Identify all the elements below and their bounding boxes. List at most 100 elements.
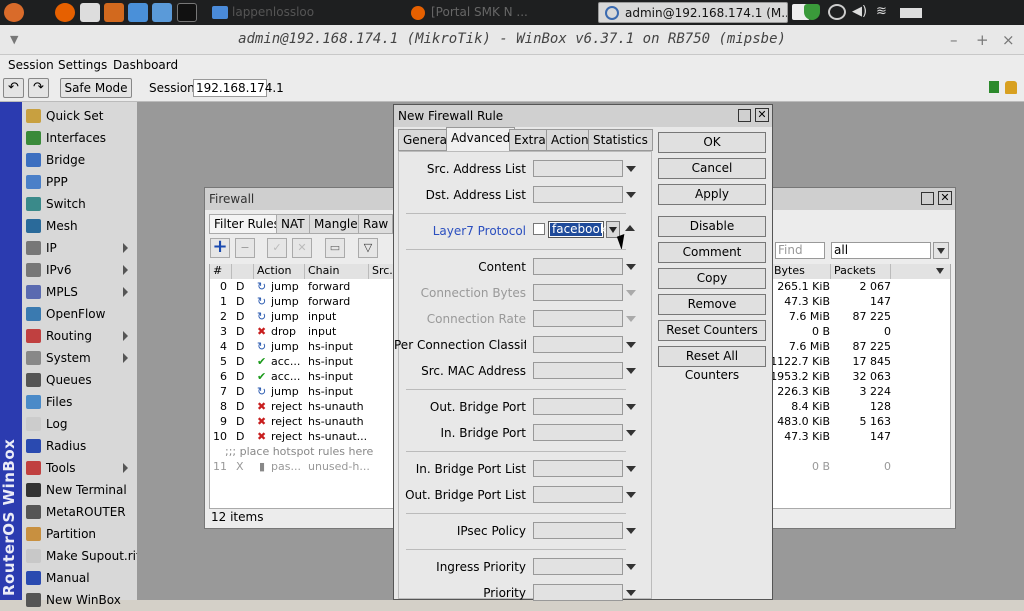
file-manager-icon[interactable] xyxy=(128,3,148,22)
tab-nat[interactable]: NAT xyxy=(276,214,310,234)
minimize-button[interactable]: – xyxy=(950,31,958,49)
firewall-close-button[interactable]: ✕ xyxy=(938,191,952,205)
safe-mode-button[interactable]: Safe Mode xyxy=(60,78,132,98)
layer7-negate-checkbox[interactable] xyxy=(533,223,545,235)
ingress-priority-dropdown-icon[interactable] xyxy=(626,564,636,570)
tab-raw[interactable]: Raw xyxy=(358,214,394,234)
firewall-maximize-button[interactable] xyxy=(921,192,934,205)
filter-icon[interactable]: ▽ xyxy=(358,238,378,258)
disable-button[interactable]: Disable xyxy=(658,216,766,237)
filter-select[interactable]: all xyxy=(831,242,931,259)
tab-mangle[interactable]: Mangle xyxy=(309,214,363,234)
in-bridge-port-dropdown-icon[interactable] xyxy=(626,430,636,436)
layer7-protocol-select[interactable]: facebook xyxy=(548,221,607,238)
src-mac-address-field[interactable] xyxy=(533,362,623,379)
src-address-list-dropdown-icon[interactable] xyxy=(626,166,636,172)
wifi-icon[interactable]: ≋ xyxy=(876,4,894,20)
shield-icon[interactable] xyxy=(804,4,820,20)
per-connection-classifier-field[interactable] xyxy=(533,336,623,353)
dialog-close-button[interactable]: ✕ xyxy=(755,108,769,122)
sidebar-item-radius[interactable]: Radius xyxy=(22,435,136,457)
dst-address-list-field[interactable] xyxy=(533,186,623,203)
col-more[interactable] xyxy=(891,264,950,279)
out-bridge-port-field[interactable] xyxy=(533,398,623,415)
session-field[interactable]: 192.168.174.1 xyxy=(193,79,284,97)
reset-all-counters-button[interactable]: Reset All Counters xyxy=(658,346,766,382)
sidebar-item-bridge[interactable]: Bridge xyxy=(22,149,136,171)
comment-button[interactable]: Comment xyxy=(658,242,766,263)
sidebar-item-manual[interactable]: Manual xyxy=(22,567,136,589)
cancel-button[interactable]: Cancel xyxy=(658,158,766,179)
undo-icon[interactable]: ↶ xyxy=(3,78,24,98)
copy-button[interactable]: Copy xyxy=(658,268,766,289)
pcc-dropdown-icon[interactable] xyxy=(626,342,636,348)
menu-session[interactable]: Session xyxy=(8,58,54,72)
sidebar-item-system[interactable]: System xyxy=(22,347,136,369)
col-flags[interactable] xyxy=(232,264,254,279)
out-bridge-port-dropdown-icon[interactable] xyxy=(626,404,636,410)
col-src[interactable]: Src. xyxy=(369,264,395,279)
priority-dropdown-icon[interactable] xyxy=(626,590,636,596)
col-packets[interactable]: Packets xyxy=(831,264,891,279)
out-bridge-port-list-dropdown-icon[interactable] xyxy=(626,492,636,498)
remove-rule-button[interactable]: − xyxy=(235,238,255,258)
disable-rule-button[interactable]: ✕ xyxy=(292,238,312,258)
sidebar-item-make-supout-rif[interactable]: Make Supout.rif xyxy=(22,545,140,567)
sidebar-item-partition[interactable]: Partition xyxy=(22,523,136,545)
col-bytes[interactable]: Bytes xyxy=(771,264,831,279)
content-dropdown-icon[interactable] xyxy=(626,264,636,270)
apply-button[interactable]: Apply xyxy=(658,184,766,205)
sidebar-item-metarouter[interactable]: MetaROUTER xyxy=(22,501,136,523)
system-monitor-icon[interactable] xyxy=(80,3,100,22)
content-field[interactable] xyxy=(533,258,623,275)
maximize-button[interactable]: + xyxy=(976,31,989,49)
remove-button[interactable]: Remove xyxy=(658,294,766,315)
tab-statistics[interactable]: Statistics xyxy=(588,129,653,151)
tab-filter-rules[interactable]: Filter Rules xyxy=(209,214,285,234)
sidebar-item-mesh[interactable]: Mesh xyxy=(22,215,136,237)
task-winbox[interactable]: admin@192.168.174.1 (M... xyxy=(598,2,788,23)
reset-counters-button[interactable]: Reset Counters xyxy=(658,320,766,341)
firefox-icon[interactable] xyxy=(55,3,75,22)
col-number[interactable]: # xyxy=(210,264,232,279)
sidebar-item-files[interactable]: Files xyxy=(22,391,136,413)
in-bridge-port-field[interactable] xyxy=(533,424,623,441)
volume-icon[interactable]: ◀) xyxy=(852,4,870,20)
sidebar-item-switch[interactable]: Switch xyxy=(22,193,136,215)
in-bridge-port-list-field[interactable] xyxy=(533,460,623,477)
battery-icon[interactable] xyxy=(900,8,922,18)
add-rule-button[interactable]: + xyxy=(210,238,230,258)
sidebar-item-mpls[interactable]: MPLS xyxy=(22,281,136,303)
col-action[interactable]: Action xyxy=(254,264,305,279)
sidebar-item-queues[interactable]: Queues xyxy=(22,369,136,391)
tab-advanced[interactable]: Advanced xyxy=(446,127,516,151)
ingress-priority-field[interactable] xyxy=(533,558,623,575)
update-icon[interactable] xyxy=(828,4,846,20)
out-bridge-port-list-field[interactable] xyxy=(533,486,623,503)
ok-button[interactable]: OK xyxy=(658,132,766,153)
dst-address-list-dropdown-icon[interactable] xyxy=(626,192,636,198)
task-browser[interactable]: [Portal SMK N ... xyxy=(405,2,591,23)
sidebar-item-openflow[interactable]: OpenFlow xyxy=(22,303,136,325)
connection-rate-field[interactable] xyxy=(533,310,623,327)
filter-dropdown-button[interactable] xyxy=(933,242,949,259)
layer7-remove-icon[interactable] xyxy=(625,225,635,231)
sidebar-item-new-terminal[interactable]: New Terminal xyxy=(22,479,136,501)
terminal-launcher-icon[interactable] xyxy=(177,3,197,22)
sidebar-item-tools[interactable]: Tools xyxy=(22,457,136,479)
sublime-icon[interactable] xyxy=(104,3,124,22)
redo-icon[interactable]: ↷ xyxy=(28,78,49,98)
dialog-maximize-button[interactable] xyxy=(738,109,751,122)
find-input[interactable]: Find xyxy=(775,242,825,259)
comment-rule-icon[interactable]: ▭ xyxy=(325,238,345,258)
tab-action[interactable]: Action xyxy=(546,129,594,151)
src-address-list-field[interactable] xyxy=(533,160,623,177)
sidebar-item-log[interactable]: Log xyxy=(22,413,136,435)
tab-extra[interactable]: Extra xyxy=(509,129,551,151)
close-button[interactable]: × xyxy=(1002,31,1015,49)
sidebar-item-ipv6[interactable]: IPv6 xyxy=(22,259,136,281)
menu-settings[interactable]: Settings xyxy=(58,58,107,72)
sidebar-item-ip[interactable]: IP xyxy=(22,237,136,259)
sidebar-item-ppp[interactable]: PPP xyxy=(22,171,136,193)
ipsec-policy-field[interactable] xyxy=(533,522,623,539)
